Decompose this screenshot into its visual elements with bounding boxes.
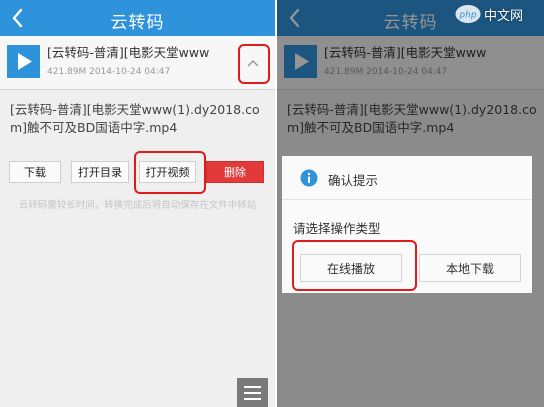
delete-button[interactable]: 删除 [206,161,264,183]
open-directory-button[interactable]: 打开目录 [71,161,129,183]
online-play-button[interactable]: 在线播放 [300,254,402,282]
dialog-message: 请选择操作类型 [293,221,381,236]
chevron-up-icon[interactable] [245,54,261,67]
download-button[interactable]: 下载 [9,161,61,183]
php-logo-icon: php [455,4,481,24]
watermark-text: 中文网 [484,8,524,24]
dialog-title: 确认提示 [328,173,379,188]
file-full-name: [云转码-普清][电影天堂www(1).dy2018.com]触不可及BD国语中… [10,102,260,135]
file-meta: 421.89M 2014-10-24 04:47 [47,67,171,77]
file-name: [云转码-普清][电影天堂www [47,45,210,60]
menu-icon[interactable] [237,378,268,407]
right-screen: 云转码 [云转码-普清][电影天堂www 421.89M 2014-10-24 … [277,0,544,407]
info-icon [300,169,318,187]
transcode-hint: 云转码需较长时间，转换完成后将自动保存在文件中转站 [18,200,257,211]
play-icon [7,45,40,78]
open-video-button[interactable]: 打开视频 [139,161,196,183]
file-card[interactable]: [云转码-普清][电影天堂www 421.89M 2014-10-24 04:4… [0,36,275,90]
site-watermark: php 中文网 [455,3,523,25]
title-bar: 云转码 [0,0,275,36]
detail-area [0,91,275,407]
page-title: 云转码 [110,13,165,33]
confirm-dialog: 确认提示 请选择操作类型 在线播放 本地下载 [282,156,532,293]
left-screen: 云转码 [云转码-普清][电影天堂www 421.89M 2014-10-24 … [0,0,275,407]
svg-text:php: php [458,11,476,21]
local-download-button[interactable]: 本地下载 [419,254,521,282]
dialog-header: 确认提示 [282,156,532,200]
